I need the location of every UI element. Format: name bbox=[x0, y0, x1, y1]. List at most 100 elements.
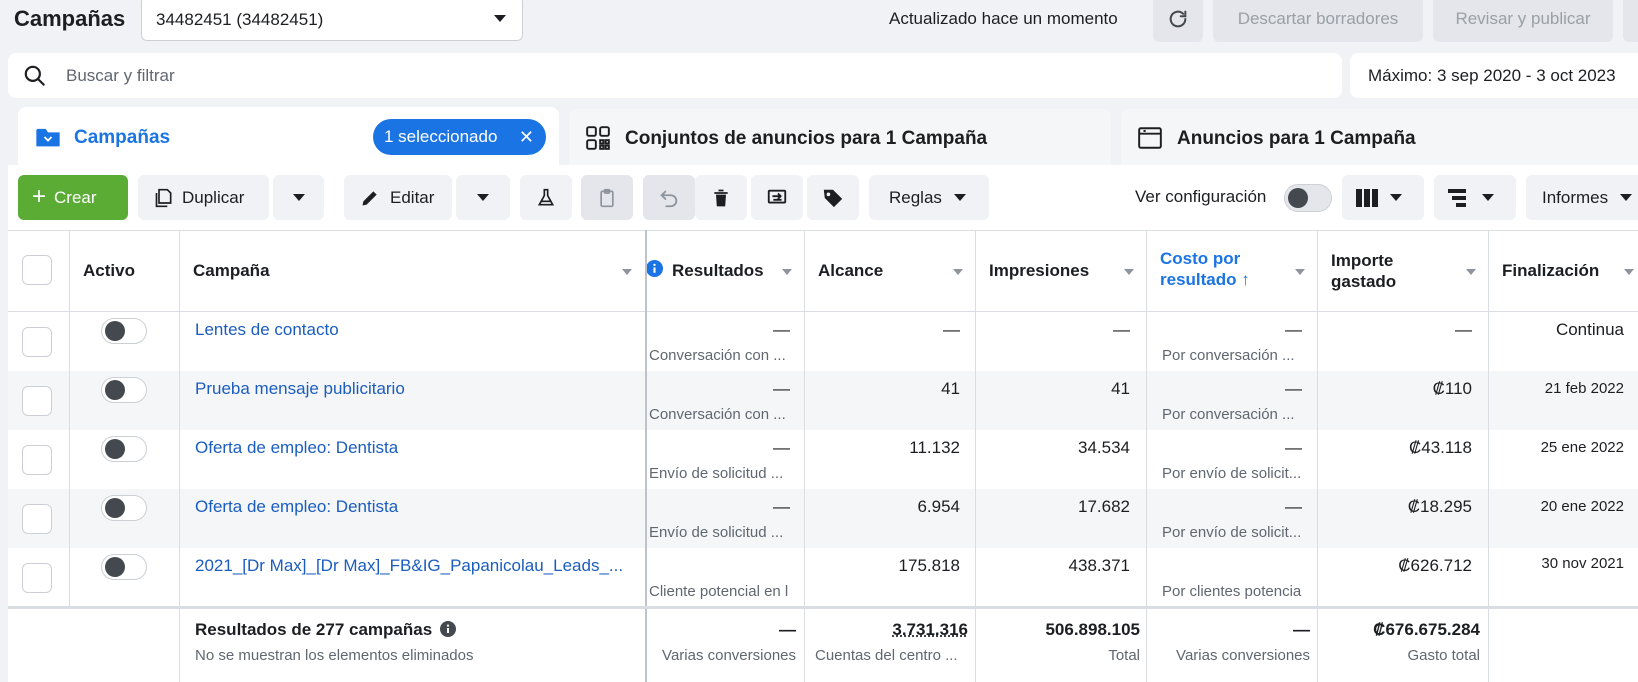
rules-button[interactable]: Reglas bbox=[869, 175, 989, 220]
grid-icon bbox=[585, 125, 611, 151]
totals-reach-sub: Cuentas del centro ... bbox=[815, 647, 968, 664]
col-spent-line2: gastado bbox=[1331, 271, 1396, 292]
results-type: Conversación con ... bbox=[649, 347, 789, 364]
reports-button[interactable]: Informes bbox=[1526, 175, 1638, 220]
col-amount-spent[interactable]: Importe gastado bbox=[1331, 250, 1396, 292]
end-value: Continua bbox=[1500, 320, 1624, 340]
chevron-down-icon[interactable] bbox=[622, 269, 632, 275]
col-reach[interactable]: Alcance bbox=[818, 260, 883, 281]
undo-button[interactable] bbox=[643, 175, 695, 220]
undo-icon bbox=[658, 187, 680, 209]
chevron-down-icon[interactable] bbox=[1295, 269, 1305, 275]
row-checkbox[interactable] bbox=[22, 327, 52, 357]
chevron-down-icon[interactable] bbox=[953, 269, 963, 275]
toggle-knob bbox=[105, 439, 125, 459]
ab-test-button[interactable] bbox=[520, 175, 572, 220]
edit-dropdown[interactable] bbox=[456, 175, 510, 220]
pencil-icon bbox=[360, 188, 380, 208]
swap-icon bbox=[765, 187, 789, 209]
row-active-toggle[interactable] bbox=[101, 436, 147, 462]
results-value: — bbox=[660, 497, 790, 517]
col-end[interactable]: Finalización bbox=[1502, 260, 1599, 281]
campaign-name-link[interactable]: Oferta de empleo: Dentista bbox=[195, 497, 625, 517]
results-value: — bbox=[660, 438, 790, 458]
edit-button[interactable]: Editar bbox=[344, 175, 452, 220]
columns-button[interactable] bbox=[1342, 175, 1424, 220]
delete-button[interactable] bbox=[695, 175, 747, 220]
duplicate-dropdown[interactable] bbox=[273, 175, 324, 220]
chevron-down-icon[interactable] bbox=[1124, 269, 1134, 275]
campaign-name-link[interactable]: Oferta de empleo: Dentista bbox=[195, 438, 625, 458]
campaign-name-link[interactable]: Lentes de contacto bbox=[195, 320, 625, 340]
chevron-down-icon bbox=[954, 194, 966, 201]
clipboard-icon bbox=[597, 187, 617, 209]
clipboard-button[interactable] bbox=[581, 175, 633, 220]
tab-campaigns[interactable]: Campañas 1 seleccionado ✕ bbox=[18, 107, 559, 167]
search-icon bbox=[22, 63, 48, 89]
results-type: Cliente potencial en l bbox=[649, 583, 789, 600]
selected-count: 1 seleccionado bbox=[384, 127, 497, 147]
selected-pill[interactable]: 1 seleccionado ✕ bbox=[373, 119, 546, 155]
chevron-down-icon bbox=[494, 15, 506, 22]
duplicate-button[interactable]: Duplicar bbox=[138, 175, 269, 220]
campaign-name-link[interactable]: 2021_[Dr Max]_[Dr Max]_FB&IG_Papanicolau… bbox=[195, 556, 627, 576]
cost-type: Por conversación ... bbox=[1162, 406, 1302, 423]
col-results[interactable]: Resultados bbox=[672, 260, 764, 281]
compare-button[interactable] bbox=[751, 175, 803, 220]
edit-label: Editar bbox=[390, 188, 434, 208]
search-bar[interactable] bbox=[8, 53, 1342, 98]
row-active-toggle[interactable] bbox=[101, 495, 147, 521]
row-checkbox[interactable] bbox=[22, 563, 52, 593]
totals-results-sub: Varias conversiones bbox=[650, 647, 796, 664]
review-publish-button[interactable]: Revisar y publicar bbox=[1433, 0, 1613, 42]
tab-adsets[interactable]: Conjuntos de anuncios para 1 Campaña bbox=[569, 109, 1111, 165]
info-icon[interactable] bbox=[440, 621, 456, 637]
date-range-picker[interactable]: Máximo: 3 sep 2020 - 3 oct 2023 bbox=[1350, 53, 1638, 98]
chevron-down-icon[interactable] bbox=[1624, 269, 1634, 275]
col-cost-per-result[interactable]: Costo por resultado ↑ bbox=[1160, 248, 1250, 290]
totals-reach[interactable]: 3.731.316 bbox=[818, 620, 968, 640]
row-checkbox[interactable] bbox=[22, 445, 52, 475]
discard-drafts-button[interactable]: Descartar borradores bbox=[1213, 0, 1423, 42]
end-value: 30 nov 2021 bbox=[1500, 555, 1624, 572]
account-selector[interactable]: 34482451 (34482451) bbox=[141, 0, 523, 41]
col-impressions[interactable]: Impresiones bbox=[989, 260, 1089, 281]
rules-label: Reglas bbox=[889, 188, 942, 208]
create-button[interactable]: + Crear bbox=[18, 175, 128, 220]
select-all-checkbox[interactable] bbox=[22, 255, 52, 285]
row-active-toggle[interactable] bbox=[101, 554, 147, 580]
breakdown-button[interactable] bbox=[1434, 175, 1516, 220]
tag-button[interactable] bbox=[807, 175, 859, 220]
folder-icon bbox=[34, 123, 62, 151]
row-checkbox[interactable] bbox=[22, 504, 52, 534]
chevron-down-icon bbox=[1482, 194, 1494, 201]
results-type: Envío de solicitud ... bbox=[649, 465, 789, 482]
reach-value: 175.818 bbox=[820, 556, 960, 576]
reach-value: 41 bbox=[820, 379, 960, 399]
row-active-toggle[interactable] bbox=[101, 318, 147, 344]
tab-ads-label: Anuncios para 1 Campaña bbox=[1177, 128, 1416, 150]
row-checkbox[interactable] bbox=[22, 386, 52, 416]
spent-value: ₡110 bbox=[1330, 379, 1472, 399]
view-settings-toggle[interactable] bbox=[1284, 184, 1332, 212]
info-icon[interactable] bbox=[646, 260, 663, 277]
impressions-value: 438.371 bbox=[990, 556, 1130, 576]
results-type: Conversación con ... bbox=[649, 406, 789, 423]
cost-value: — bbox=[1160, 320, 1302, 340]
row-active-toggle[interactable] bbox=[101, 377, 147, 403]
chevron-down-icon[interactable] bbox=[1466, 269, 1476, 275]
refresh-button[interactable] bbox=[1153, 0, 1203, 42]
close-icon[interactable]: ✕ bbox=[519, 127, 534, 147]
tab-ads[interactable]: Anuncios para 1 Campaña bbox=[1121, 109, 1638, 165]
search-input[interactable] bbox=[66, 53, 1266, 98]
refresh-icon bbox=[1167, 8, 1189, 30]
totals-impressions-sub: Total bbox=[990, 647, 1140, 664]
col-active[interactable]: Activo bbox=[83, 260, 135, 281]
chevron-down-icon[interactable] bbox=[782, 269, 792, 275]
columns-icon bbox=[1356, 189, 1378, 207]
campaign-name-link[interactable]: Prueba mensaje publicitario bbox=[195, 379, 625, 399]
more-button[interactable] bbox=[1623, 0, 1638, 42]
col-divider bbox=[804, 230, 805, 682]
col-campaign[interactable]: Campaña bbox=[193, 260, 270, 281]
tab-adsets-label: Conjuntos de anuncios para 1 Campaña bbox=[625, 128, 987, 150]
